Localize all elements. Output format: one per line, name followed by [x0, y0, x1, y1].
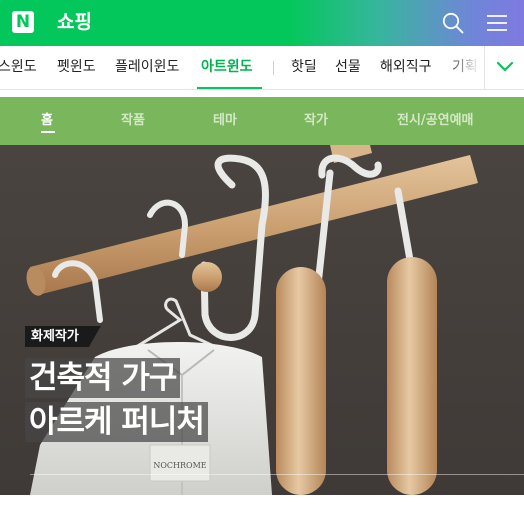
category-nav: 스윈도 펫윈도 플레이윈도 아트윈도 핫딜 선물 해외직구 기획 — [0, 46, 524, 90]
active-tab-underline — [41, 131, 55, 133]
shirt-label-text: NOCHROME — [153, 461, 206, 470]
more-categories-button[interactable] — [484, 46, 524, 89]
search-icon[interactable] — [441, 11, 465, 35]
top-header: N 쇼핑 — [0, 0, 524, 46]
tab-works[interactable]: 작품 — [121, 97, 145, 145]
nav-item-style-window[interactable]: 스윈도 — [0, 46, 37, 89]
tab-home[interactable]: 홈 — [41, 97, 53, 145]
nav-item-gift[interactable]: 선물 — [335, 46, 361, 89]
nav-item-pet-window[interactable]: 펫윈도 — [57, 46, 96, 89]
tab-theme[interactable]: 테마 — [213, 97, 237, 145]
hero-banner[interactable]: NOCHROME 화제작가 건축적 가구 아르케 퍼니처 — [0, 145, 524, 495]
tab-artist[interactable]: 작가 — [304, 97, 328, 145]
active-nav-underline — [197, 87, 262, 89]
nav-item-art-window[interactable]: 아트윈도 — [201, 46, 253, 89]
tab-exhibition[interactable]: 전시/공연예매 — [397, 97, 474, 145]
art-window-tabs: 홈 작품 테마 작가 전시/공연예매 — [0, 97, 524, 145]
nav-item-overseas[interactable]: 해외직구 — [380, 46, 432, 89]
service-title[interactable]: 쇼핑 — [57, 9, 92, 35]
hero-image: NOCHROME — [0, 145, 524, 495]
page: N 쇼핑 스윈도 펫윈도 플레이윈도 아트윈도 핫딜 선물 해외직구 기획 — [0, 0, 524, 517]
hero-headline-line2: 아르케 퍼니처 — [25, 402, 208, 442]
hero-badge: 화제작가 — [25, 326, 101, 347]
nav-item-play-window[interactable]: 플레이윈도 — [115, 46, 179, 89]
nav-fade — [445, 46, 485, 89]
chevron-down-icon — [496, 61, 514, 72]
nav-item-hot-deal[interactable]: 핫딜 — [291, 46, 317, 89]
hamburger-menu-icon[interactable] — [485, 12, 509, 34]
hero-headline-line1: 건축적 가구 — [25, 358, 181, 398]
nav-divider — [273, 61, 274, 75]
naver-logo[interactable]: N — [12, 11, 34, 33]
hero-divider — [30, 474, 524, 475]
